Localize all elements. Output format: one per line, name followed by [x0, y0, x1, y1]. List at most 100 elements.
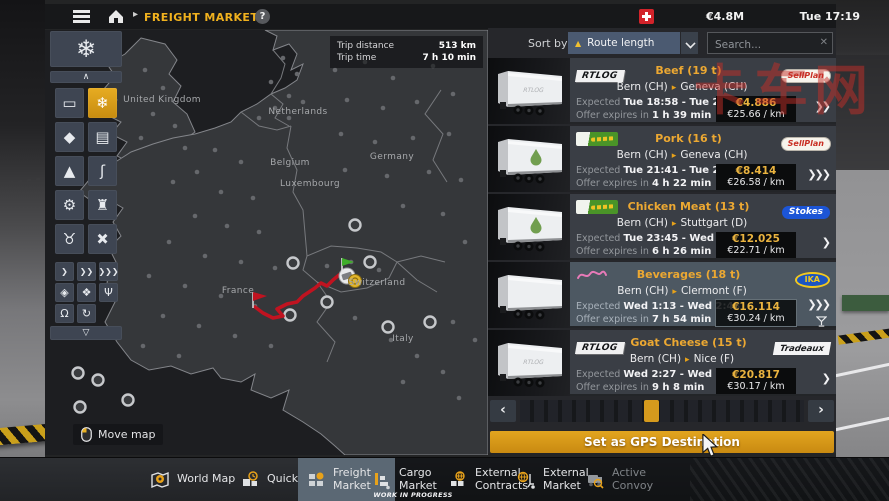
filter-machinery-button[interactable]: ⚙ [55, 190, 84, 220]
receiver-company-logo: SellPlan [782, 138, 830, 150]
page-title: FREIGHT MARKET [144, 11, 258, 24]
city-ring-marker[interactable] [365, 257, 376, 268]
city-dot [239, 260, 244, 265]
trip-distance-value: 513 km [439, 40, 476, 52]
garage-background-left [0, 0, 45, 500]
city-ring-marker[interactable] [350, 220, 361, 231]
city-ring-marker[interactable] [93, 375, 104, 386]
move-map-hint: Move map [73, 424, 163, 445]
price-box: €16.114 €30.24 / km [716, 300, 796, 326]
city-dot [391, 76, 396, 81]
filter-reset-button[interactable]: ▽ [50, 326, 122, 340]
city-dot [171, 180, 176, 185]
sender-company-logo [576, 132, 618, 146]
filter-livestock-icon: ♉ [63, 230, 76, 248]
nav-world-map[interactable]: World Map [150, 458, 235, 501]
trailer-thumbnail: RTLOG [488, 58, 570, 124]
set-gps-destination-button[interactable]: Set as GPS Destination [490, 431, 834, 453]
bottom-nav-bar: World Map Quick Job Freight Market Cargo… [0, 457, 889, 500]
country-label: France [222, 286, 254, 296]
city-ring-marker[interactable] [425, 317, 436, 328]
country-label: Switzerland [349, 278, 406, 288]
trip-info-box: Trip distance513 km Trip time7 h 10 min [330, 36, 483, 68]
urgency-chevrons-icon: ❯❯ [815, 100, 829, 113]
search-clear-icon[interactable]: ✕ [820, 37, 828, 48]
city-ring-marker[interactable] [285, 310, 296, 321]
sort-dropdown-chevron-button[interactable] [681, 32, 698, 54]
fragile-cargo-icon [816, 312, 827, 331]
price-box: €8.414 €26.58 / km [716, 164, 796, 190]
city-ring-marker[interactable] [75, 402, 86, 413]
collapse-filters-button[interactable]: ∧ [50, 71, 122, 83]
filter-high-value-button[interactable]: ❖ [77, 283, 96, 302]
filter-weight-button[interactable]: Ω [55, 304, 74, 323]
city-ring-marker[interactable] [288, 258, 299, 269]
freight-offer-row[interactable]: Beverages (18 t) IKA Bern (CH)▸Clermont … [488, 262, 836, 328]
filter-high-value-icon: ❖ [82, 286, 92, 299]
city-dot [427, 170, 432, 175]
scrollbar-track[interactable] [520, 400, 804, 422]
city-dot [415, 100, 420, 105]
filter-oversized-button[interactable]: ✚ [88, 224, 117, 254]
cargo-market-icon [372, 470, 392, 490]
filter-urgency-medium-button[interactable]: ❯❯ [77, 262, 96, 281]
scroll-left-button[interactable]: ‹ [490, 400, 516, 422]
filter-liquid-icon: ◆ [64, 128, 76, 146]
sort-dropdown[interactable]: ▲ Route length [568, 32, 680, 54]
city-ring-marker[interactable] [322, 297, 333, 308]
offer-price: €12.025 [716, 233, 796, 245]
city-dot [473, 338, 478, 343]
filter-bulk-button[interactable]: ▲ [55, 156, 84, 186]
scroll-right-button[interactable]: › [808, 400, 834, 422]
offer-price: €20.817 [716, 369, 796, 381]
freight-offer-row[interactable]: RTLOG RTLOG Beef (19 t) SellPlan Bern (C… [488, 58, 836, 124]
filter-valuables-button[interactable]: ◈ [55, 283, 74, 302]
urgency-chevrons-icon: ❯❯❯ [807, 298, 829, 311]
city-dot [333, 68, 338, 73]
top-bar: ▸ FREIGHT MARKET ? €4.8M Tue 17:19 [45, 4, 836, 29]
freight-offer-row[interactable]: Pork (16 t) SellPlan Bern (CH)▸Geneva (C… [488, 126, 836, 192]
receiver-company-logo: Tradeaux [773, 342, 831, 355]
filter-heavy-machinery-button[interactable]: ♜ [88, 190, 117, 220]
country-label: Belgium [270, 158, 310, 168]
selected-cargo-type-button[interactable]: ❄ [50, 31, 122, 67]
menu-icon[interactable] [73, 10, 90, 23]
country-label: Germany [370, 152, 414, 162]
mouse-icon [81, 427, 92, 442]
filter-fragile-icon: Ψ [104, 286, 113, 299]
offer-price: €16.114 [716, 301, 796, 313]
city-dot [147, 274, 152, 279]
filter-fragile-button[interactable]: Ψ [99, 283, 118, 302]
freight-offer-row[interactable]: RTLOG RTLOG Goat Cheese (15 t) Tradeaux … [488, 330, 836, 396]
freight-offers-panel: Sort by: ▲ Route length ✕ RTLOG RTLOG Be… [488, 28, 836, 453]
city-dot [451, 92, 456, 97]
filter-refrigerated-button[interactable]: ❄ [88, 88, 117, 118]
filter-rotation-button[interactable]: ↻ [77, 304, 96, 323]
map-panel[interactable]: United Kingdom Netherlands Belgium Germa… [45, 30, 488, 455]
filter-liquid-button[interactable]: ◆ [55, 122, 84, 152]
filter-urgency-high-button[interactable]: ❯❯❯ [99, 262, 118, 281]
filter-urgency-low-button[interactable]: ❯ [55, 262, 74, 281]
filter-hook-button[interactable]: ʃ [88, 156, 117, 186]
swiss-flag-icon [639, 9, 654, 24]
trailer-thumbnail [488, 194, 570, 260]
filter-livestock-button[interactable]: ♉ [55, 224, 84, 254]
country-label: Netherlands [268, 107, 327, 117]
city-dot [213, 148, 218, 153]
city-dot [173, 124, 178, 129]
city-dot [233, 334, 238, 339]
freight-offer-row[interactable]: Chicken Meat (13 t) Stokes Bern (CH)▸Stu… [488, 194, 836, 260]
city-ring-marker[interactable] [73, 368, 84, 379]
city-ring-marker[interactable] [383, 322, 394, 333]
filter-urgency-medium-icon: ❯❯ [80, 267, 93, 276]
city-ring-marker[interactable] [123, 395, 134, 406]
filter-container-button[interactable]: ▤ [88, 122, 117, 152]
scrollbar-thumb[interactable] [644, 400, 659, 422]
city-dot [197, 324, 202, 329]
filter-flatbed-button[interactable]: ▭ [55, 88, 84, 118]
home-icon[interactable] [107, 8, 125, 25]
search-input[interactable] [708, 35, 832, 55]
offer-expiry: Offer expires in 6 h 26 min [576, 246, 711, 257]
city-dot [141, 344, 146, 349]
help-icon[interactable]: ? [255, 9, 270, 24]
